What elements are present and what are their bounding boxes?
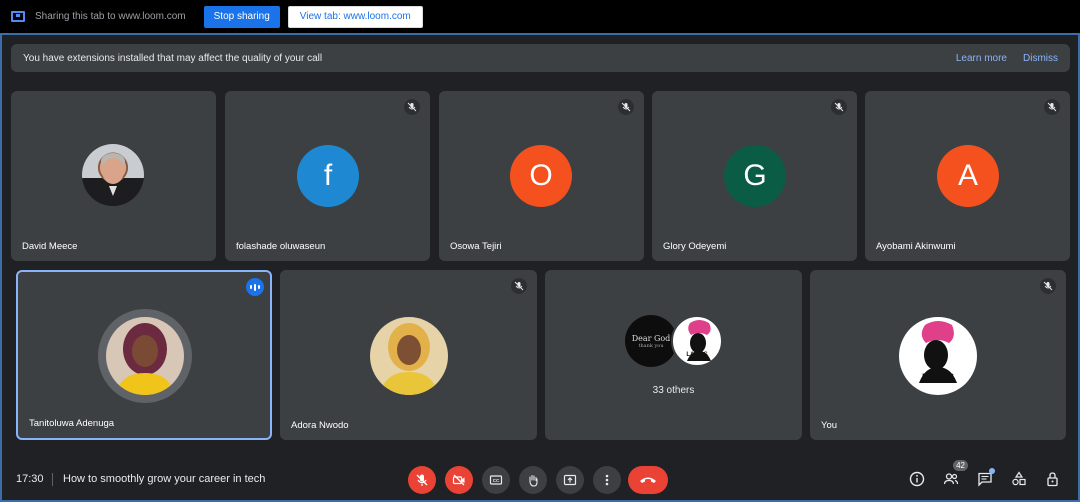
avatar: f [297,145,359,207]
avatar: A [937,145,999,207]
microphone-toggle-button[interactable] [408,466,436,494]
raise-hand-button[interactable] [519,466,547,494]
participant-name: Tanitoluwa Adenuga [29,418,115,429]
mic-off-icon [404,99,420,115]
avatar [106,317,184,395]
extension-warning-banner: You have extensions installed that may a… [11,44,1070,72]
participant-name: David Meece [22,241,78,252]
participant-name: folashade oluwaseun [236,241,326,252]
meeting-time: 17:30 [16,473,44,485]
participant-name: You [821,420,838,431]
dismiss-link[interactable]: Dismiss [1023,53,1058,64]
others-count: 33 others [652,385,695,396]
participant-name: Adora Nwodo [291,420,349,431]
others-avatar-2: LAGOS [671,315,723,367]
raise-hand-icon [529,474,538,487]
unread-dot [989,468,995,474]
participant-name: Ayobami Akinwumi [876,241,956,252]
avatar: O [510,145,572,207]
others-tile[interactable]: Dear God thank you LAGOS 33 others [545,270,802,440]
view-tab-button[interactable]: View tab: www.loom.com [287,5,423,28]
svg-text:CC: CC [493,478,500,483]
captions-button[interactable]: CC [482,466,510,494]
mic-off-icon [511,278,527,294]
meeting-controls-bar: 17:30 How to smoothly grow your career i… [2,458,1078,500]
participant-tile-tanitoluwa[interactable]: Tanitoluwa Adenuga [16,270,272,440]
avatar: G [724,145,786,207]
meeting-details-button[interactable] [906,468,928,490]
participant-tile-adora[interactable]: Adora Nwodo [280,270,537,440]
participant-tile-ayobami[interactable]: A Ayobami Akinwumi [865,91,1070,261]
host-controls-button[interactable] [1042,468,1064,490]
lock-person-icon [1047,472,1058,487]
divider [52,472,53,486]
tab-sharing-bar: Sharing this tab to www.loom.com Stop sh… [0,0,1080,33]
participant-name: Glory Odeyemi [663,241,727,252]
meet-window: You have extensions installed that may a… [0,33,1080,502]
activities-button[interactable] [1008,468,1030,490]
others-avatar-1: Dear God thank you [625,315,677,367]
speaking-indicator-icon [246,278,264,296]
participant-name: Osowa Tejiri [450,241,502,252]
chat-button[interactable] [974,468,996,490]
present-screen-button[interactable] [556,466,584,494]
participant-tile-glory[interactable]: G Glory Odeyemi [652,91,857,261]
mic-off-icon [831,99,847,115]
more-options-button[interactable] [593,466,621,494]
people-button[interactable]: 42 [940,460,968,490]
hang-up-icon [640,477,656,483]
avatar-text: LAGOS [921,372,954,382]
avatar [82,144,144,206]
stop-sharing-button[interactable]: Stop sharing [203,5,280,28]
learn-more-link[interactable]: Learn more [956,53,1007,64]
participant-tile-folashade[interactable]: f folashade oluwaseun [225,91,430,261]
mic-off-icon [1044,99,1060,115]
avatar-subtext: thank you [638,342,664,349]
person-photo-icon [90,153,136,206]
banner-text: You have extensions installed that may a… [23,52,323,64]
avatar: LAGOS [899,317,977,395]
camera-off-icon [452,474,465,486]
avatar-text: LAGOS [686,352,708,358]
person-photo-icon [106,317,184,395]
info-icon [909,471,925,487]
camera-toggle-button[interactable] [445,466,473,494]
sharing-status-text: Sharing this tab to www.loom.com [35,11,186,22]
person-photo-icon [370,317,448,395]
activities-shapes-icon [1012,471,1026,486]
woman-silhouette-logo-icon [687,320,711,361]
participant-tile-osowa[interactable]: O Osowa Tejiri [439,91,644,261]
mic-off-icon [618,99,634,115]
screen-share-icon [11,11,25,22]
meeting-title: How to smoothly grow your career in tech [63,473,266,485]
mic-off-icon [416,474,428,486]
participant-tile-david[interactable]: David Meece [11,91,216,261]
closed-captions-icon: CC [489,475,503,485]
people-count-badge: 42 [953,460,968,471]
woman-silhouette-logo-icon [919,321,957,383]
avatar-text: Dear God [631,333,671,343]
avatar [370,317,448,395]
mic-off-icon [1040,278,1056,294]
participant-tile-you[interactable]: LAGOS You [810,270,1066,440]
leave-call-button[interactable] [628,466,668,494]
more-vert-icon [605,474,609,486]
present-screen-icon [563,474,577,486]
people-icon [943,473,959,485]
